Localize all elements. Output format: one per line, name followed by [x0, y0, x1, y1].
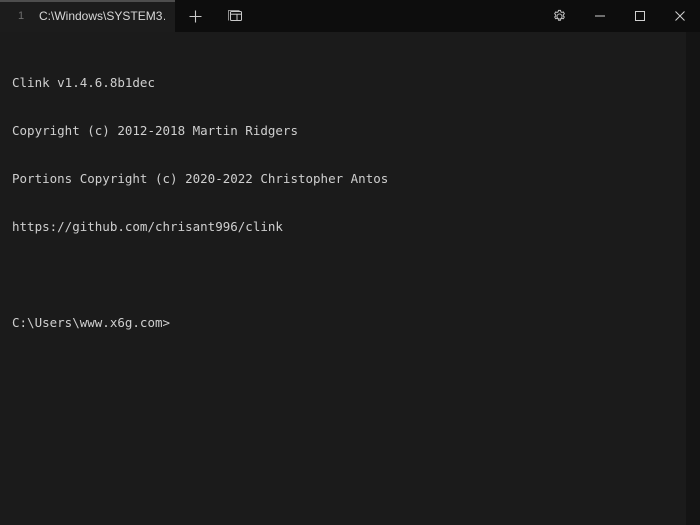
tab-active[interactable]: 1 C:\Windows\SYSTEM3… — [0, 0, 175, 32]
title-bar: 1 C:\Windows\SYSTEM3… — [0, 0, 700, 32]
panes-dropdown-button[interactable] — [215, 0, 255, 32]
titlebar-drag-region — [255, 0, 538, 32]
maximize-button[interactable] — [620, 0, 660, 32]
tab-title-label: C:\Windows\SYSTEM3… — [39, 9, 165, 23]
terminal-line: https://github.com/chrisant996/clink — [12, 219, 283, 234]
maximize-icon — [634, 10, 646, 22]
minimize-button[interactable] — [580, 0, 620, 32]
terminal-line: Clink v1.4.6.8b1dec — [12, 75, 155, 90]
minimize-icon — [594, 10, 606, 22]
panes-icon — [227, 9, 243, 23]
close-button[interactable] — [660, 0, 700, 32]
terminal-pane[interactable]: Clink v1.4.6.8b1dec Copyright (c) 2012-2… — [0, 32, 700, 525]
new-tab-button[interactable] — [175, 0, 215, 32]
plus-icon — [188, 9, 203, 24]
terminal-line: Portions Copyright (c) 2020-2022 Christo… — [12, 171, 389, 186]
terminal-line: Copyright (c) 2012-2018 Martin Ridgers — [12, 123, 298, 138]
terminal-window: 1 C:\Windows\SYSTEM3… Clink v1.4.6.8b1de… — [0, 0, 700, 525]
settings-button[interactable] — [538, 0, 580, 32]
window-controls — [538, 0, 700, 32]
gear-icon — [552, 9, 567, 24]
tab-strip: 1 C:\Windows\SYSTEM3… — [0, 0, 175, 32]
tab-index-label: 1 — [17, 10, 25, 22]
terminal-prompt-line: C:\Users\www.x6g.com> — [12, 315, 171, 330]
terminal-scrollbar[interactable] — [686, 32, 700, 525]
terminal-output: Clink v1.4.6.8b1dec Copyright (c) 2012-2… — [12, 43, 684, 525]
close-icon — [674, 10, 686, 22]
